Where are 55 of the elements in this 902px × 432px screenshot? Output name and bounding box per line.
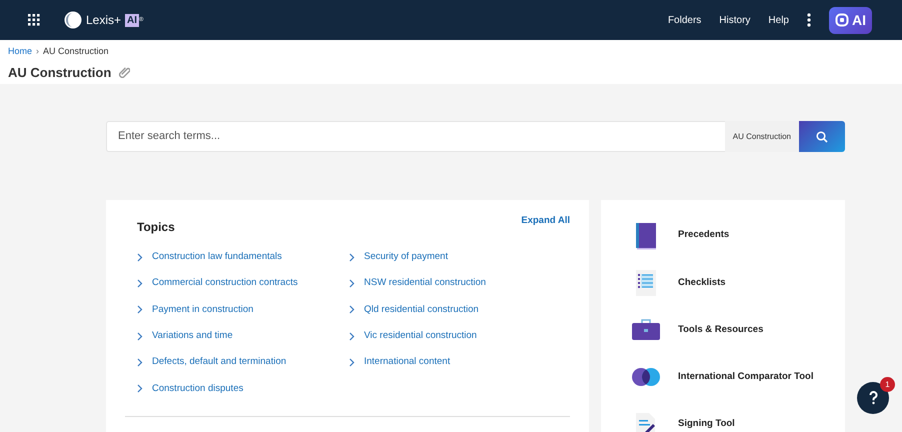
ai-chat-icon xyxy=(835,13,849,27)
breadcrumb-link[interactable]: Home xyxy=(8,45,32,58)
topic-link[interactable]: Defects, default and termination xyxy=(152,355,286,370)
more-options-icon[interactable] xyxy=(807,13,811,27)
nav-link[interactable]: Folders xyxy=(668,12,702,28)
topic-link[interactable]: Security of payment xyxy=(364,250,448,264)
topic-link[interactable]: Payment in construction xyxy=(152,302,254,317)
checklist-icon[interactable] xyxy=(635,268,657,297)
briefcase-icon[interactable] xyxy=(631,318,661,341)
page-title: AU Construction xyxy=(8,64,112,82)
breadcrumb-separator: › xyxy=(36,45,40,58)
topic-link[interactable]: Commercial construction contracts xyxy=(152,276,298,291)
nav-link[interactable]: Help xyxy=(768,12,789,28)
topics-title: Topics xyxy=(137,219,175,236)
nav-link[interactable]: History xyxy=(719,12,750,28)
apps-menu-icon[interactable] xyxy=(28,14,40,26)
topic-link[interactable]: Qld residential construction xyxy=(364,302,479,317)
topic-link[interactable]: Construction disputes xyxy=(152,382,244,396)
paperclip-icon[interactable] xyxy=(119,66,130,78)
topic-link[interactable]: Variations and time xyxy=(152,328,233,344)
tool-link[interactable]: Signing Tool xyxy=(678,417,735,432)
breadcrumb-current: AU Construction xyxy=(43,45,109,58)
tool-link[interactable]: Precedents xyxy=(678,228,730,243)
chevron-right-icon[interactable] xyxy=(349,332,355,341)
logo-badge: AI xyxy=(125,14,140,26)
overlapping-circles-icon[interactable] xyxy=(631,367,661,388)
book-icon[interactable] xyxy=(634,222,658,250)
chevron-right-icon[interactable] xyxy=(349,278,355,288)
search-icon xyxy=(816,130,828,142)
topic-link[interactable]: Construction law fundamentals xyxy=(152,250,282,264)
chevron-right-icon[interactable] xyxy=(349,305,355,314)
notification-badge: 1 xyxy=(880,377,895,392)
logo-icon xyxy=(64,11,82,29)
topic-link[interactable]: Vic residential construction xyxy=(364,328,477,344)
chevron-right-icon[interactable] xyxy=(137,358,143,367)
expand-all-link[interactable]: Expand All xyxy=(521,214,570,236)
help-button[interactable] xyxy=(857,382,889,414)
tool-link[interactable]: Checklists xyxy=(678,276,726,290)
document-pen-icon[interactable] xyxy=(635,412,657,432)
chevron-right-icon[interactable] xyxy=(349,358,355,367)
search-field[interactable]: Enter search terms... xyxy=(106,121,725,152)
chevron-right-icon[interactable] xyxy=(137,305,143,314)
logo-text: Lexis+ xyxy=(86,12,122,29)
tool-link[interactable]: Tools & Resources xyxy=(678,322,764,338)
chevron-right-icon[interactable] xyxy=(349,252,355,262)
topic-link[interactable]: International content xyxy=(364,355,450,370)
ai-button[interactable]: AI xyxy=(829,6,872,34)
search-button[interactable] xyxy=(799,121,845,152)
chevron-right-icon[interactable] xyxy=(137,278,143,288)
topic-link[interactable]: NSW residential construction xyxy=(364,276,486,291)
question-mark-icon xyxy=(868,390,878,405)
chevron-right-icon[interactable] xyxy=(137,384,143,394)
chevron-right-icon[interactable] xyxy=(137,332,143,341)
tool-link[interactable]: International Comparator Tool xyxy=(678,370,814,384)
chevron-right-icon[interactable] xyxy=(137,252,143,262)
